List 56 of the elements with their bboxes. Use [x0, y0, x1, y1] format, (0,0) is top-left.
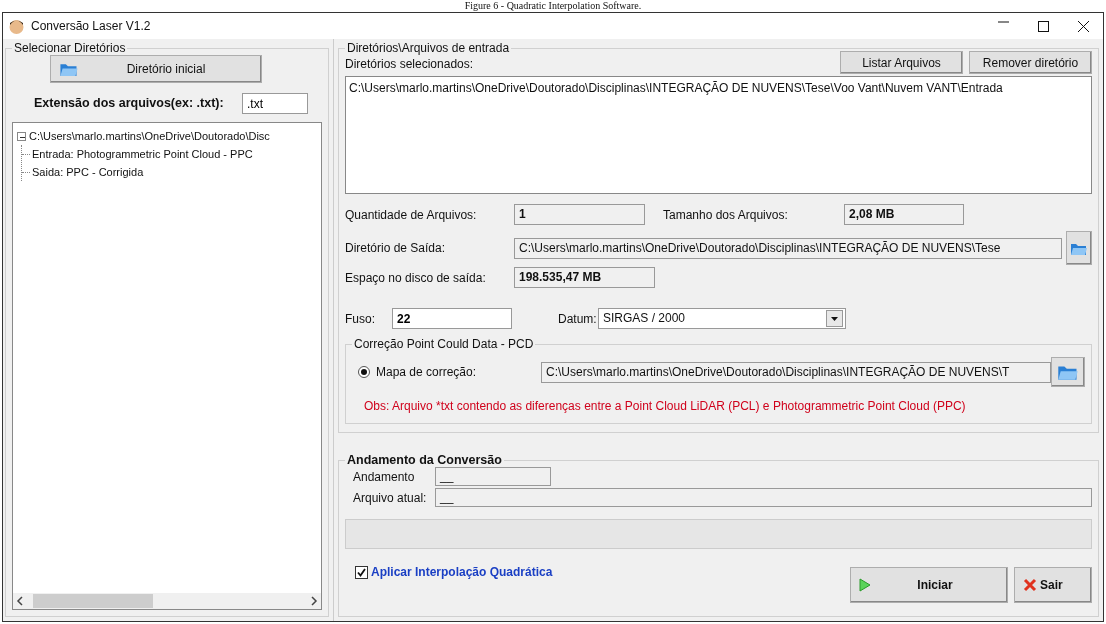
current-file-field: __ — [435, 488, 1092, 507]
close-icon — [1023, 578, 1037, 592]
extension-field[interactable]: .txt — [242, 93, 308, 114]
disk-space-label: Espaço no disco de saída: — [345, 269, 487, 287]
disk-space-field: 198.535,47 MB — [514, 267, 655, 288]
file-size-field: 2,08 MB — [844, 204, 964, 225]
app-icon — [8, 17, 25, 35]
tree-item[interactable]: C:\Users\marlo.martins\OneDrive\Doutorado\Disc — [29, 127, 270, 145]
file-size-label: Tamanho dos Arquivos: — [663, 206, 789, 224]
extension-label: Extensão dos arquivos(ex: .txt): — [34, 95, 224, 113]
progress-status-field: __ — [435, 467, 551, 486]
toolbar-button[interactable]: Listar Arquivos — [840, 51, 963, 74]
browse-button[interactable] — [1051, 357, 1085, 387]
browse-button[interactable] — [1066, 231, 1092, 265]
current-file-label: Arquivo atual: — [352, 489, 428, 507]
tree-item[interactable]: Entrada: Photogrammetric Point Cloud - PPC — [32, 145, 253, 163]
correction-note: Obs: Arquivo *txt contendo as diferenças entre a Point Cloud LiDAR (PCL) e Photogrammetric Point Cloud (PPC) — [364, 398, 967, 415]
group-title: Diretórios\Arquivos de entrada — [346, 41, 511, 55]
tree-item[interactable]: Saida: PPC - Corrigida — [32, 163, 144, 181]
group-title: Andamento da Conversão — [346, 453, 503, 467]
group-title: Correção Point Could Data - PCD — [353, 337, 535, 351]
directory-item[interactable]: C:\Users\marlo.martins\OneDrive\Doutorado\Disciplinas\INTEGRAÇÃO DE NUVENS\Tese\Voo Vant\Nuvem VANT\Entrada — [349, 79, 1088, 97]
selected-directories-label: Diretórios selecionados: — [345, 56, 474, 73]
output-directory-label: Diretório de Saída: — [345, 240, 447, 257]
toolbar-button[interactable]: Remover diretório — [969, 51, 1092, 74]
datum-dropdown[interactable]: SIRGAS / 2000 — [598, 308, 846, 329]
horizontal-scrollbar[interactable] — [13, 593, 321, 609]
checkbox[interactable] — [355, 565, 368, 579]
play-icon — [859, 578, 871, 592]
correction-map-field: C:\Users\marlo.martins\OneDrive\Doutorado\Disciplinas\INTEGRAÇÃO DE NUVENS\T — [541, 361, 1051, 383]
fuso-field[interactable]: 22 — [392, 308, 512, 329]
scrollbar-thumb[interactable] — [33, 594, 153, 608]
radio-button[interactable] — [358, 366, 370, 378]
group-title: Selecionar Diretórios — [13, 41, 127, 55]
folder-icon — [1057, 364, 1079, 382]
checkbox-label: Aplicar Interpolação Quadrática — [371, 564, 553, 581]
close-icon[interactable] — [1077, 20, 1089, 32]
window-title: Conversão Laser V1.2 — [31, 18, 151, 35]
minimize-icon[interactable] — [997, 20, 1009, 23]
file-count-field: 1 — [514, 204, 645, 225]
correction-map-label: Mapa de correção: — [376, 364, 478, 381]
exit-button[interactable]: Sair — [1014, 567, 1092, 603]
output-directory-field: C:\Users\marlo.martins\OneDrive\Doutorado\Disciplinas\INTEGRAÇÃO DE NUVENS\Tese — [514, 237, 1062, 259]
fuso-label: Fuso: — [345, 310, 376, 328]
maximize-icon[interactable] — [1037, 20, 1049, 32]
folder-icon — [1070, 241, 1088, 256]
file-count-label: Quantidade de Arquivos: — [345, 206, 478, 224]
collapse-icon[interactable] — [17, 131, 26, 141]
initial-directory-button[interactable]: Diretório inicial — [50, 55, 262, 83]
folder-icon — [59, 61, 79, 77]
dropdown-arrow-icon — [831, 316, 838, 321]
start-button[interactable]: Iniciar — [850, 567, 1008, 603]
progress-status-label: Andamento — [352, 468, 416, 486]
figure-caption: Figure 6 - Quadratic Interpolation Software. — [463, 0, 643, 12]
selected-directories-list[interactable]: C:\Users\marlo.martins\OneDrive\Doutorado\Disciplinas\INTEGRAÇÃO DE NUVENS\Tese\Voo Vant\Nuvem VANT\Entrada — [345, 76, 1092, 194]
datum-label: Datum: — [558, 310, 598, 328]
